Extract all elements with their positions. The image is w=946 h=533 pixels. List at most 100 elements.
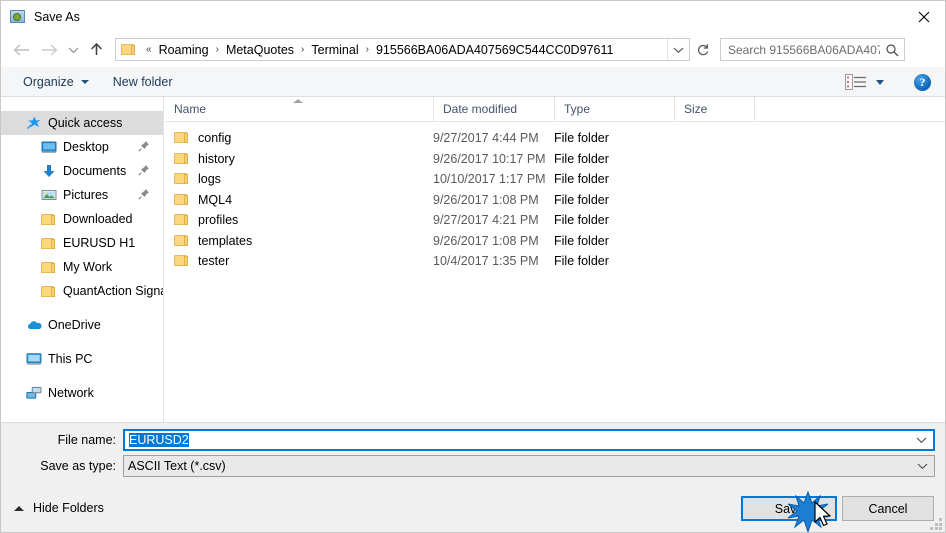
table-row[interactable]: profiles 9/27/2017 4:21 PM File folder [165, 210, 945, 231]
navigation-pane: Quick access Desktop Documents Pictures … [1, 97, 164, 422]
file-list-pane: Name Date modified Type Size config 9/27… [165, 97, 945, 422]
breadcrumb-item-metaquotes[interactable]: MetaQuotes [224, 43, 296, 57]
chevron-down-icon [80, 79, 89, 84]
sidebar-item-network[interactable]: Network [1, 381, 163, 405]
folder-icon [41, 283, 57, 299]
thispc-icon [26, 351, 42, 367]
chevron-down-icon[interactable] [910, 462, 934, 470]
column-label: Type [564, 102, 591, 116]
resize-grip[interactable] [930, 518, 943, 531]
breadcrumb-item-current[interactable]: 915566BA06ADA407569C544CC0D97611 [374, 43, 615, 57]
breadcrumb-separator: › [215, 44, 219, 55]
column-header-type[interactable]: Type [554, 97, 674, 121]
save-as-type-select[interactable]: ASCII Text (*.csv) [123, 455, 935, 477]
save-as-type-value: ASCII Text (*.csv) [128, 459, 226, 473]
up-icon[interactable] [83, 37, 109, 63]
save-as-dialog: Save As « Roaming › MetaQuotes › Termina… [0, 0, 946, 533]
column-header-size[interactable]: Size [674, 97, 754, 121]
organize-button[interactable]: Organize [15, 70, 97, 94]
column-label: Date modified [443, 102, 518, 116]
folder-icon [174, 213, 190, 227]
file-name: MQL4 [198, 192, 233, 207]
column-label: Size [684, 102, 708, 116]
sidebar-item-quick-access[interactable]: Quick access [1, 111, 163, 135]
help-icon[interactable]: ? [914, 73, 931, 91]
refresh-icon[interactable] [691, 38, 715, 61]
download-icon [41, 163, 57, 179]
folder-icon [121, 43, 136, 56]
sidebar-item-eurusd-h1[interactable]: EURUSD H1 [1, 231, 163, 255]
column-header-name[interactable]: Name [165, 97, 433, 121]
file-name: templates [198, 233, 253, 248]
hide-folders-button[interactable]: Hide Folders [14, 497, 104, 519]
search-icon[interactable] [880, 43, 904, 57]
column-header-row: Name Date modified Type Size [165, 97, 945, 122]
chevron-down-icon[interactable] [909, 436, 933, 444]
breadcrumb-item-terminal[interactable]: Terminal [309, 43, 360, 57]
table-row[interactable]: config 9/27/2017 4:44 PM File folder [165, 128, 945, 149]
breadcrumb-overflow[interactable]: « [141, 44, 157, 55]
organize-label: Organize [23, 74, 74, 89]
network-icon [26, 385, 42, 401]
sidebar-item-label: OneDrive [48, 318, 101, 332]
file-name-input[interactable]: EURUSD2 [123, 429, 935, 451]
save-button[interactable]: Save [741, 496, 837, 521]
file-date: 10/10/2017 1:17 PM [433, 172, 546, 187]
pin-icon[interactable] [138, 140, 150, 152]
sidebar-item-downloaded[interactable]: Downloaded [1, 207, 163, 231]
sidebar-item-this-pc[interactable]: This PC [1, 347, 163, 371]
window-title: Save As [34, 9, 80, 24]
new-folder-button[interactable]: New folder [105, 70, 181, 94]
hide-folders-label: Hide Folders [33, 501, 104, 515]
table-row[interactable]: templates 9/26/2017 1:08 PM File folder [165, 231, 945, 252]
file-type: File folder [554, 172, 609, 187]
forward-icon[interactable] [35, 37, 63, 63]
sidebar-item-pictures[interactable]: Pictures [1, 183, 163, 207]
sidebar-item-my-work[interactable]: My Work [1, 255, 163, 279]
sidebar-item-label: This PC [48, 352, 93, 366]
folder-icon [174, 131, 190, 145]
breadcrumb: « Roaming › MetaQuotes › Terminal › 9155… [141, 43, 667, 57]
file-name: config [198, 131, 232, 146]
file-name-value: EURUSD2 [129, 433, 189, 447]
onedrive-icon [26, 317, 42, 333]
close-icon[interactable] [901, 1, 945, 32]
breadcrumb-item-roaming[interactable]: Roaming [157, 43, 211, 57]
file-date: 9/26/2017 1:08 PM [433, 233, 539, 248]
search-input[interactable]: Search 915566BA06ADA40756... [720, 38, 905, 61]
pin-icon[interactable] [138, 164, 150, 176]
sidebar-item-onedrive[interactable]: OneDrive [1, 313, 163, 337]
sidebar-item-documents[interactable]: Documents [1, 159, 163, 183]
change-view-button[interactable] [837, 70, 892, 94]
table-row[interactable]: tester 10/4/2017 1:35 PM File folder [165, 251, 945, 272]
file-type: File folder [554, 213, 609, 228]
sidebar-item-label: My Work [63, 260, 113, 274]
recent-locations-icon[interactable] [63, 37, 83, 63]
chevron-down-icon[interactable] [667, 39, 689, 60]
sidebar-item-label: Network [48, 386, 94, 400]
pin-icon[interactable] [138, 188, 150, 200]
column-header-date-modified[interactable]: Date modified [433, 97, 554, 121]
cancel-button[interactable]: Cancel [842, 496, 934, 521]
table-row[interactable]: MQL4 9/26/2017 1:08 PM File folder [165, 190, 945, 211]
file-type-row: Save as type: ASCII Text (*.csv) [1, 455, 935, 477]
toolbar: Organize New folder ? [1, 67, 945, 97]
address-bar[interactable]: « Roaming › MetaQuotes › Terminal › 9155… [115, 38, 690, 61]
file-rows: config 9/27/2017 4:44 PM File folder his… [165, 122, 945, 272]
file-date: 9/27/2017 4:44 PM [433, 131, 539, 146]
file-date: 10/4/2017 1:35 PM [433, 254, 539, 269]
sidebar-item-desktop[interactable]: Desktop [1, 135, 163, 159]
table-row[interactable]: logs 10/10/2017 1:17 PM File folder [165, 169, 945, 190]
sidebar-item-label: Downloaded [63, 212, 133, 226]
chevron-up-icon [14, 505, 24, 511]
back-icon[interactable] [7, 37, 35, 63]
sidebar-item-quantaction-signal[interactable]: QuantAction Signal [1, 279, 163, 303]
sidebar-item-label: Pictures [63, 188, 109, 202]
file-date: 9/26/2017 10:17 PM [433, 151, 546, 166]
file-date: 9/27/2017 4:21 PM [433, 213, 539, 228]
file-type: File folder [554, 151, 609, 166]
file-type: File folder [554, 131, 609, 146]
table-row[interactable]: history 9/26/2017 10:17 PM File folder [165, 149, 945, 170]
